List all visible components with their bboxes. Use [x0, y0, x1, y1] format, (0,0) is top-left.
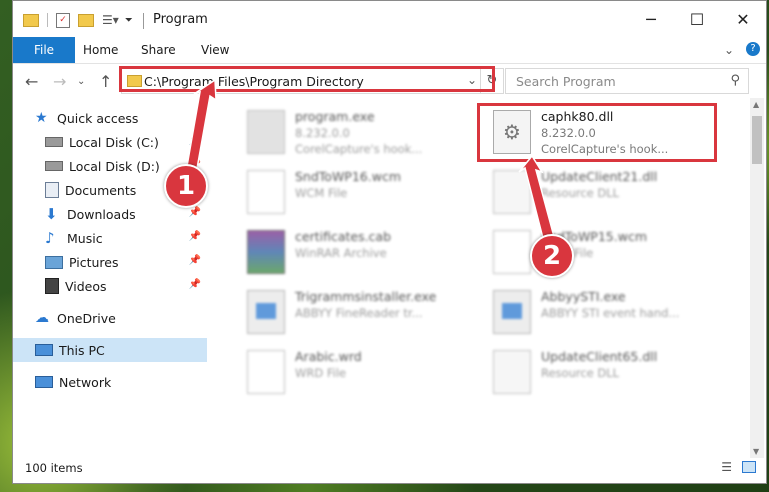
step-badge-1: 1	[164, 164, 208, 208]
annotation-arrows	[185, 78, 557, 247]
arrow-2	[518, 154, 557, 247]
step-badge-2: 2	[530, 234, 574, 278]
arrow-1	[185, 78, 217, 175]
